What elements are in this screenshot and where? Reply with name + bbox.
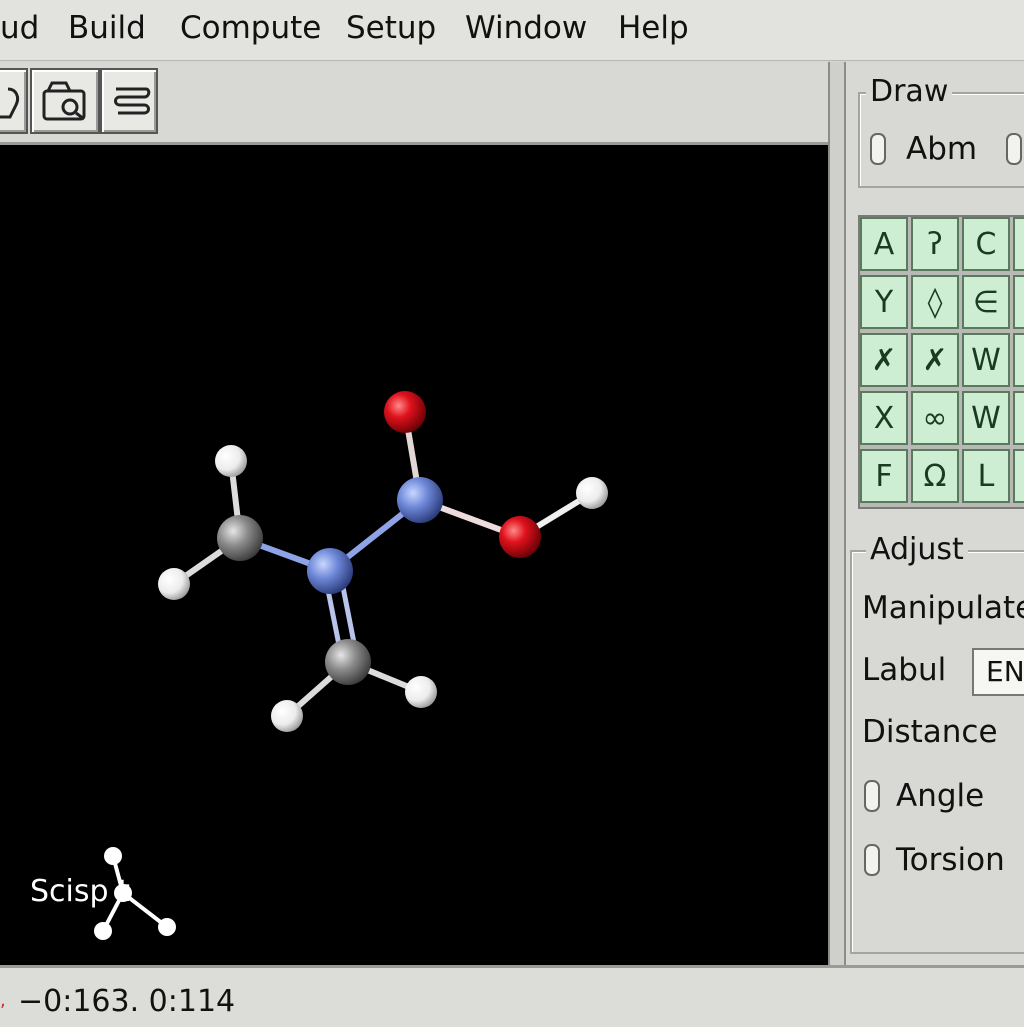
atom-hydrogen-4 bbox=[271, 700, 303, 732]
atom-carbon-methyl bbox=[217, 515, 263, 561]
partial-tool-icon bbox=[0, 87, 20, 119]
palette-cell[interactable]: ◊ bbox=[911, 275, 959, 329]
label-label: Labul bbox=[862, 652, 947, 688]
status-indicator-icon: , bbox=[0, 990, 6, 1011]
scispot-logo-text: Scisp t bbox=[30, 874, 130, 909]
radio-angle[interactable] bbox=[864, 780, 880, 812]
radio-torsion-label: Torsion bbox=[896, 842, 1005, 878]
molecule-render bbox=[94, 391, 608, 940]
palette-cell[interactable]: ∞ bbox=[911, 391, 959, 445]
atoms[interactable] bbox=[158, 391, 608, 732]
menu-setup[interactable]: Setup bbox=[346, 10, 436, 46]
menu-bar: ud Build Compute Setup Window Help bbox=[0, 0, 1024, 61]
palette-cell[interactable]: Ɨ bbox=[1013, 391, 1024, 445]
adjust-group-title: Adjust bbox=[866, 532, 968, 567]
molecule-viewport[interactable]: Scisp t bbox=[0, 145, 828, 965]
palette-cell[interactable]: ʔ bbox=[911, 217, 959, 271]
atom-oxygen-top bbox=[384, 391, 426, 433]
radio-atom[interactable] bbox=[870, 133, 886, 165]
palette-cell[interactable]: A bbox=[860, 217, 908, 271]
atom-hydrogen-2 bbox=[215, 445, 247, 477]
draw-group-title: Draw bbox=[866, 74, 953, 109]
menu-build[interactable]: Build bbox=[68, 10, 146, 46]
manipulate-label[interactable]: Manipulate bbox=[862, 590, 1024, 626]
palette-cell[interactable]: W bbox=[962, 333, 1010, 387]
rotate-icon bbox=[114, 87, 151, 115]
atom-nitrogen-2 bbox=[307, 548, 353, 594]
toolbar bbox=[0, 62, 828, 145]
cursor-coordinates: −0:163. 0:114 bbox=[18, 984, 236, 1019]
atom-nitrogen-1 bbox=[397, 477, 443, 523]
element-palette: A ʔ C Y Y ◊ ∈ ✗ ✗ W X ∞ W Ɨ F Ω L bbox=[858, 215, 1024, 509]
radio-angle-label: Angle bbox=[896, 778, 985, 814]
radio-atom-label: Abm bbox=[906, 131, 978, 167]
palette-cell[interactable] bbox=[1013, 333, 1024, 387]
panel-splitter[interactable] bbox=[828, 62, 846, 965]
palette-cell[interactable] bbox=[1013, 449, 1024, 503]
toolbar-rotate-button[interactable] bbox=[100, 68, 158, 134]
menu-help[interactable]: Help bbox=[618, 10, 689, 46]
palette-cell[interactable]: C bbox=[962, 217, 1010, 271]
palette-cell[interactable]: Y bbox=[860, 275, 908, 329]
menu-window[interactable]: Window bbox=[465, 10, 587, 46]
palette-cell[interactable]: F bbox=[860, 449, 908, 503]
palette-cell[interactable]: L bbox=[962, 449, 1010, 503]
radio-torsion[interactable] bbox=[864, 844, 880, 876]
atom-oxygen-hydroxyl bbox=[499, 516, 541, 558]
toolbar-partial-button[interactable] bbox=[0, 68, 28, 134]
label-select[interactable]: EN bbox=[972, 648, 1024, 696]
atom-hydrogen-5 bbox=[405, 676, 437, 708]
palette-cell[interactable]: ✗ bbox=[860, 333, 908, 387]
menu-compute[interactable]: Compute bbox=[180, 10, 321, 46]
palette-cell[interactable]: ✗ bbox=[911, 333, 959, 387]
atom-hydrogen-3 bbox=[158, 568, 190, 600]
palette-cell[interactable]: X bbox=[860, 391, 908, 445]
radio-next[interactable] bbox=[1006, 133, 1022, 165]
atom-carbon-methylene bbox=[325, 639, 371, 685]
palette-cell[interactable]: W bbox=[962, 391, 1010, 445]
distance-label[interactable]: Distance bbox=[862, 714, 998, 750]
palette-cell[interactable]: Ω bbox=[911, 449, 959, 503]
atom-hydrogen-hydroxyl bbox=[576, 477, 608, 509]
palette-cell[interactable]: ∈ bbox=[962, 275, 1010, 329]
palette-cell[interactable]: Y bbox=[1013, 217, 1024, 271]
palette-cell[interactable] bbox=[1013, 275, 1024, 329]
open-file-icon bbox=[42, 81, 86, 121]
toolbar-open-button[interactable] bbox=[30, 68, 100, 134]
status-bar: , −0:163. 0:114 bbox=[0, 965, 1024, 1027]
menu-partial[interactable]: ud bbox=[0, 10, 39, 46]
